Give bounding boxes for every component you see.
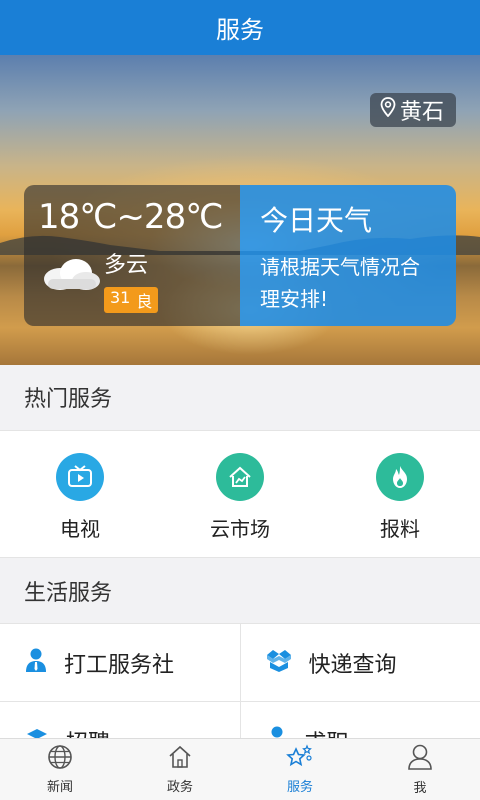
hot-services-heading: 热门服务 [0, 365, 480, 429]
location-button[interactable]: 黄石 [369, 93, 456, 127]
hot-service-market[interactable]: 云市场 [160, 431, 320, 557]
life-service-worker[interactable]: 打工服务社 [0, 624, 240, 701]
tab-me[interactable]: 我 [360, 739, 480, 800]
aqi-badge: 31 良 [104, 287, 159, 313]
page-title: 服务 [216, 16, 264, 44]
life-services-title: 生活服务 [24, 581, 113, 606]
header-bar: 服务 [0, 0, 480, 55]
life-service-label: 快递查询 [308, 652, 397, 678]
weather-panel-title: 今日天气 [260, 204, 373, 237]
box-icon [265, 647, 293, 679]
stars-icon [286, 744, 314, 774]
life-service-express[interactable]: 快递查询 [239, 624, 480, 701]
hot-service-tv[interactable]: 电视 [0, 431, 160, 557]
tab-label: 服务 [286, 780, 313, 795]
weather-panel-text: 请根据天气情况合理安排! [260, 255, 420, 311]
location-pin-icon [380, 97, 396, 123]
hot-service-label: 云市场 [210, 517, 270, 541]
weather-tip-panel: 今日天气 请根据天气情况合理安排! [240, 185, 456, 326]
globe-icon [47, 744, 73, 774]
tv-icon [56, 453, 104, 501]
cloud-icon [38, 253, 102, 297]
weather-summary: 18℃~28℃ 多云 31 良 [24, 185, 240, 326]
temperature-range: 18℃~28℃ [38, 197, 223, 237]
life-service-label: 打工服务社 [64, 652, 175, 678]
life-services-row: 打工服务社 快递查询 [0, 623, 480, 701]
hot-service-label: 报料 [380, 517, 420, 541]
building-icon [167, 744, 193, 774]
hot-services-grid: 电视 云市场 报料 [0, 430, 480, 558]
tab-services[interactable]: 服务 [240, 739, 360, 800]
hot-services-title: 热门服务 [24, 387, 113, 412]
aqi-level: 良 [136, 292, 153, 311]
weather-condition: 多云 [104, 253, 149, 278]
market-icon [216, 453, 264, 501]
tab-news[interactable]: 新闻 [0, 739, 120, 800]
flame-icon [376, 453, 424, 501]
worker-icon [24, 647, 48, 679]
hot-service-label: 电视 [60, 517, 100, 541]
weather-card[interactable]: 18℃~28℃ 多云 31 良 今日天气 请根据天气情况合理安排! [24, 185, 456, 326]
life-services-heading: 生活服务 [0, 559, 480, 623]
tab-label: 政务 [166, 780, 193, 795]
hot-service-report[interactable]: 报料 [320, 431, 480, 557]
tab-government[interactable]: 政务 [120, 739, 240, 800]
tab-label: 我 [413, 781, 427, 796]
aqi-value: 31 [110, 288, 131, 307]
user-icon [407, 743, 433, 775]
location-city: 黄石 [399, 100, 444, 125]
tab-label: 新闻 [46, 780, 73, 795]
bottom-tab-bar: 新闻 政务 服务 我 [0, 738, 480, 800]
